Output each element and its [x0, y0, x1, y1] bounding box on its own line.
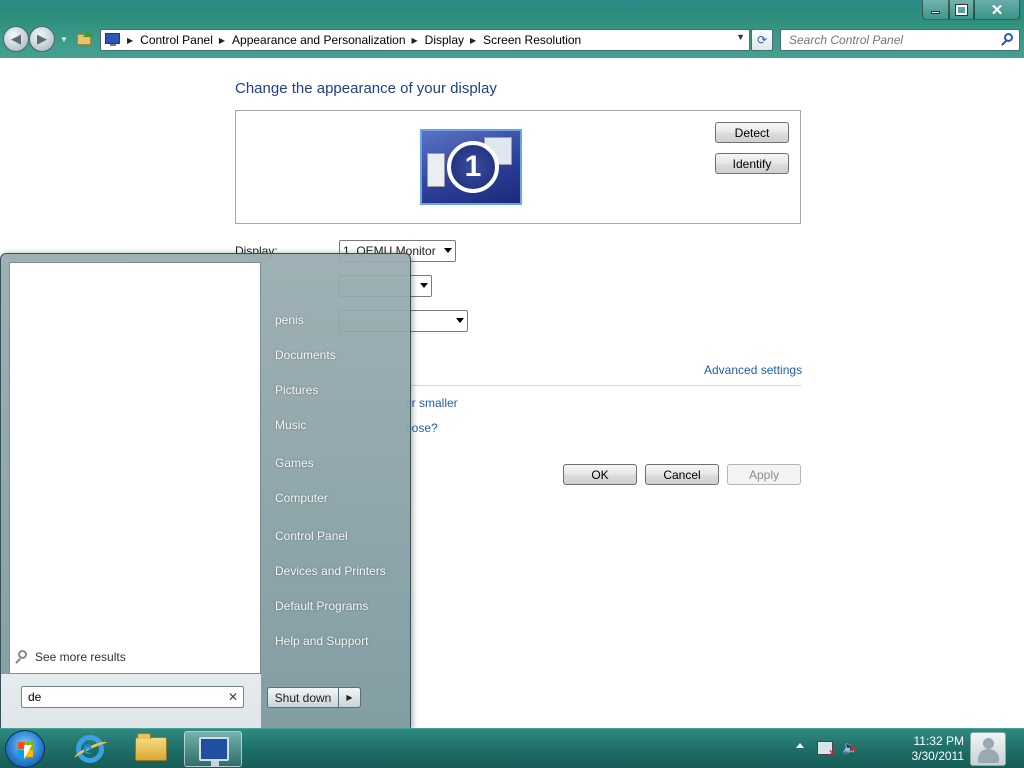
- close-button[interactable]: ✕: [974, 0, 1020, 20]
- clock-time: 11:32 PM: [913, 734, 964, 748]
- forward-button[interactable]: ▶: [29, 26, 55, 52]
- breadcrumb-appearance[interactable]: Appearance and Personalization: [232, 33, 405, 47]
- page-title: Change the appearance of your display: [235, 80, 497, 97]
- breadcrumb-screen-resolution[interactable]: Screen Resolution: [483, 33, 581, 47]
- search-icon: [15, 650, 29, 664]
- start-item-music[interactable]: Music: [275, 418, 306, 432]
- start-item-help-support[interactable]: Help and Support: [275, 634, 368, 648]
- minimize-icon: [931, 11, 940, 14]
- shutdown-options-button[interactable]: ▶: [339, 687, 361, 708]
- see-more-results-link[interactable]: See more results: [15, 650, 126, 664]
- breadcrumb-arrow-icon[interactable]: ▶: [127, 36, 133, 45]
- advanced-settings-link[interactable]: Advanced settings: [704, 363, 802, 377]
- control-panel-icon: [199, 737, 229, 767]
- chevron-down-icon: [456, 318, 464, 323]
- detect-button[interactable]: Detect: [715, 122, 789, 143]
- window-titlebar: ✕ ◀ ▶ ▼ ▶ Control Panel ▶ Appearance and…: [0, 0, 1024, 58]
- start-menu-right-pane: penis Documents Pictures Music Games Com…: [261, 262, 406, 674]
- breadcrumb: ▶ Control Panel ▶ Appearance and Persona…: [125, 30, 581, 50]
- taskbar-internet-explorer[interactable]: e: [62, 731, 120, 767]
- forward-arrow-icon: ▶: [37, 31, 47, 46]
- start-item-documents[interactable]: Documents: [275, 348, 336, 362]
- restore-icon: [955, 3, 968, 16]
- search-results-pane: [9, 262, 261, 674]
- show-hidden-icons-button[interactable]: [796, 743, 804, 748]
- chevron-right-icon: ▶: [346, 693, 353, 702]
- search-icon[interactable]: [999, 32, 1015, 48]
- display-monitor-icon: [105, 33, 121, 47]
- user-avatar-button[interactable]: [970, 732, 1006, 766]
- clear-search-icon[interactable]: ✕: [228, 690, 238, 704]
- breadcrumb-display[interactable]: Display: [425, 33, 464, 47]
- taskbar-control-panel[interactable]: [184, 731, 242, 767]
- recent-pages-dropdown-icon[interactable]: ▼: [60, 35, 68, 44]
- refresh-icon: ⟳: [756, 33, 768, 47]
- minimize-button[interactable]: [922, 0, 949, 20]
- apply-button[interactable]: Apply: [727, 464, 801, 485]
- start-item-default-programs[interactable]: Default Programs: [275, 599, 368, 613]
- mouse-cursor-icon: [24, 745, 32, 759]
- search-box[interactable]: [780, 29, 1020, 51]
- shutdown-control: Shut down ▶: [267, 687, 361, 708]
- start-menu: See more results ✕ penis Documents Pictu…: [0, 253, 411, 729]
- restore-button[interactable]: [949, 0, 974, 20]
- see-more-results-label: See more results: [35, 650, 126, 664]
- breadcrumb-arrow-icon[interactable]: ▶: [219, 36, 225, 45]
- start-item-devices-printers[interactable]: Devices and Printers: [275, 564, 386, 578]
- back-arrow-icon: ◀: [11, 31, 21, 46]
- navigation-buttons: ◀ ▶ ▼: [3, 26, 68, 53]
- window-controls: ✕: [922, 0, 1020, 20]
- taskbar: e 🔈✕ 11:32 PM 3/30/2011: [0, 728, 1024, 768]
- network-disconnected-icon[interactable]: [817, 741, 836, 759]
- ok-button[interactable]: OK: [563, 464, 637, 485]
- chevron-down-icon: [420, 283, 428, 288]
- start-item-computer[interactable]: Computer: [275, 491, 328, 505]
- breadcrumb-arrow-icon[interactable]: ▶: [412, 36, 418, 45]
- start-search-input[interactable]: [22, 687, 217, 707]
- address-dropdown-icon[interactable]: ▼: [736, 32, 745, 42]
- up-folder-icon[interactable]: [77, 30, 93, 47]
- cancel-button[interactable]: Cancel: [645, 464, 719, 485]
- start-item-pictures[interactable]: Pictures: [275, 383, 318, 397]
- chevron-down-icon: [444, 248, 452, 253]
- refresh-button[interactable]: ⟳: [751, 29, 773, 51]
- monitor-arrangement-box: 1 Detect Identify: [235, 110, 801, 224]
- volume-muted-icon[interactable]: 🔈 ✕: [842, 740, 858, 756]
- shutdown-button[interactable]: Shut down: [267, 687, 339, 708]
- system-clock[interactable]: 11:32 PM 3/30/2011: [884, 734, 965, 764]
- breadcrumb-control-panel[interactable]: Control Panel: [140, 33, 213, 47]
- back-button[interactable]: ◀: [3, 26, 29, 52]
- start-item-user-folder[interactable]: penis: [275, 313, 304, 327]
- clock-date: 3/30/2011: [911, 749, 965, 763]
- identify-button[interactable]: Identify: [715, 153, 789, 174]
- close-icon: ✕: [990, 1, 1004, 19]
- start-item-games[interactable]: Games: [275, 456, 314, 470]
- start-search-box[interactable]: ✕: [21, 686, 244, 708]
- windows-explorer-icon: [135, 733, 167, 761]
- start-item-control-panel[interactable]: Control Panel: [275, 529, 348, 543]
- text-size-link[interactable]: or smaller: [405, 396, 458, 410]
- monitor-thumbnail[interactable]: 1: [420, 129, 522, 205]
- monitor-number: 1: [447, 141, 499, 193]
- search-input[interactable]: [781, 30, 991, 50]
- address-bar[interactable]: ▶ Control Panel ▶ Appearance and Persona…: [100, 29, 750, 51]
- breadcrumb-arrow-icon[interactable]: ▶: [470, 36, 476, 45]
- taskbar-windows-explorer[interactable]: [122, 731, 180, 767]
